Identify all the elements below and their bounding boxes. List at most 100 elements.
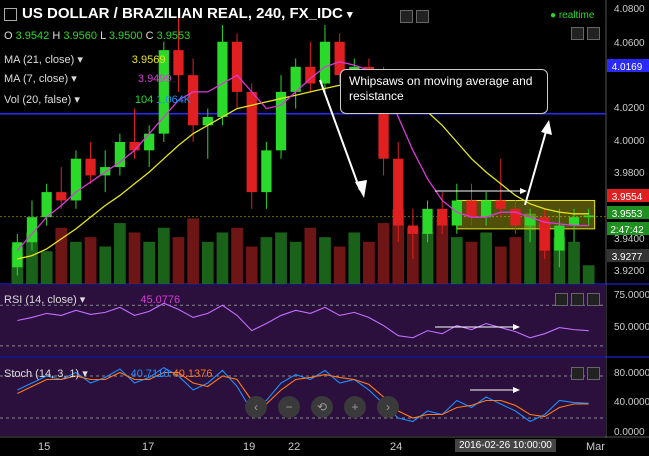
volume-bar — [40, 251, 53, 284]
volume-bar — [128, 232, 141, 284]
volume-bar — [143, 241, 156, 284]
volume-bar — [348, 232, 361, 284]
volume-bar — [363, 241, 375, 284]
rsi-up-icon[interactable] — [555, 293, 568, 306]
stoch-tick: 80.0000 — [614, 368, 649, 379]
candle-body — [319, 41, 331, 84]
volume-bar — [480, 232, 492, 284]
scroll-left-button[interactable]: ‹ — [245, 396, 267, 418]
pane-up-icon[interactable] — [571, 27, 584, 40]
volume-bar — [172, 237, 185, 284]
candle-body — [217, 41, 228, 117]
volume-bar — [275, 232, 287, 284]
chart-root: { "header":{ "title":"US DOLLAR / BRAZIL… — [0, 0, 649, 456]
candle-body — [56, 192, 67, 201]
candle-body — [495, 200, 506, 209]
candle-body — [144, 133, 155, 151]
ma21-legend[interactable]: MA (21, close) ▾ 3.9569 — [4, 53, 165, 66]
y-tick-label: 3.9800 — [614, 168, 645, 179]
volume-bar — [157, 227, 170, 284]
candle-body — [554, 225, 565, 251]
chart-title: US DOLLAR / BRAZILIAN REAL, 240, FX_IDC … — [22, 5, 353, 22]
candle-body — [510, 208, 521, 226]
ohlc-readout: O 3.9542 H 3.9560 L 3.9500 C 3.9553 — [4, 30, 191, 42]
stoch-close-icon[interactable] — [587, 367, 600, 380]
volume-bar — [114, 223, 126, 284]
volume-bar — [319, 237, 331, 284]
crosshair-date: 2016-02-26 10:00:00 — [455, 439, 556, 452]
candle-body — [568, 217, 580, 226]
candle-body — [422, 208, 433, 234]
volume-bar — [465, 241, 478, 284]
volume-bar — [70, 241, 82, 284]
y-tick-label: 4.0200 — [614, 103, 645, 114]
volume-bar — [84, 237, 97, 284]
candle-body — [231, 41, 243, 92]
y-tick-label: 3.9200 — [614, 266, 645, 277]
zoom-in-button[interactable]: + — [344, 396, 366, 418]
rsi-tick: 75.0000 — [614, 290, 649, 301]
close-icon[interactable] — [416, 10, 429, 23]
candle-body — [480, 200, 492, 218]
volume-bar — [201, 241, 214, 284]
rsi-close-icon[interactable] — [587, 293, 600, 306]
realtime-indicator: ● realtime — [550, 10, 595, 21]
volume-bar — [260, 237, 273, 284]
volume-legend[interactable]: Vol (20, false) ▾ 104 1.064K — [4, 93, 191, 106]
y-tick-label: 4.0800 — [614, 4, 645, 15]
price-tag-text: 4.0169 — [612, 62, 643, 73]
price-tag-text: 3.9277 — [612, 252, 643, 263]
candle-body — [202, 116, 213, 126]
candle-body — [85, 158, 96, 176]
candle-body — [246, 91, 257, 193]
annotation-arrowhead — [355, 180, 367, 198]
candle-body — [70, 158, 82, 201]
volume-bar — [568, 241, 580, 284]
volume-bar — [216, 232, 229, 284]
y-tick-label: 3.9400 — [614, 234, 645, 245]
breakout-arrow — [524, 127, 548, 206]
x-label-19: 19 — [243, 441, 256, 453]
reset-button[interactable]: ⟲ — [311, 396, 333, 418]
volume-bar — [377, 223, 390, 284]
settings-icon[interactable] — [400, 10, 413, 23]
stoch-up-icon[interactable] — [571, 367, 584, 380]
zoom-out-button[interactable]: − — [278, 396, 300, 418]
scroll-right-button[interactable]: › — [377, 396, 399, 418]
candle-body — [583, 215, 594, 218]
stoch-legend[interactable]: Stoch (14, 3, 1) ▾ 40.7110 40.1376 — [4, 367, 212, 380]
candle-body — [261, 150, 272, 193]
volume-bar — [187, 218, 199, 284]
candle-body — [114, 142, 126, 168]
candle-body — [173, 50, 184, 76]
annotation-callout: Whipsaws on moving average and resistanc… — [340, 69, 548, 114]
x-label-mar: Mar — [586, 441, 605, 453]
y-tick-label: 4.0600 — [614, 38, 645, 49]
stoch-tick: 40.0000 — [614, 397, 649, 408]
volume-bar — [231, 227, 243, 284]
candle-body — [437, 208, 448, 226]
candle-body — [275, 91, 287, 151]
volume-bar — [509, 237, 522, 284]
volume-bar — [289, 241, 302, 284]
collapse-icon[interactable] — [4, 8, 17, 21]
candle-body — [407, 225, 419, 234]
rsi-down-icon[interactable] — [571, 293, 584, 306]
volume-bar — [333, 246, 346, 284]
candle-body — [41, 192, 52, 218]
rsi-legend[interactable]: RSI (14, close) ▾ 45.0776 — [4, 293, 180, 306]
x-label-15: 15 — [38, 441, 51, 453]
price-tag-text: 3.9553 — [612, 209, 643, 220]
breakout-arrowhead — [541, 120, 552, 135]
x-label-24: 24 — [390, 441, 403, 453]
pane-down-icon[interactable] — [587, 27, 600, 40]
volume-bar — [494, 246, 507, 284]
chart-canvas: 4.0800 4.0600 4.0169 4.0200 4.0000 3.9800 3.95… — [0, 0, 649, 438]
ma7-legend[interactable]: MA (7, close) ▾ 3.9499 — [4, 72, 172, 85]
x-label-17: 17 — [142, 441, 155, 453]
price-tag-text: 3.9554 — [612, 192, 643, 203]
volume-bar — [450, 237, 463, 284]
range-arrowhead — [520, 188, 527, 194]
volume-bar — [304, 227, 317, 284]
rsi-tick: 50.0000 — [614, 322, 649, 333]
